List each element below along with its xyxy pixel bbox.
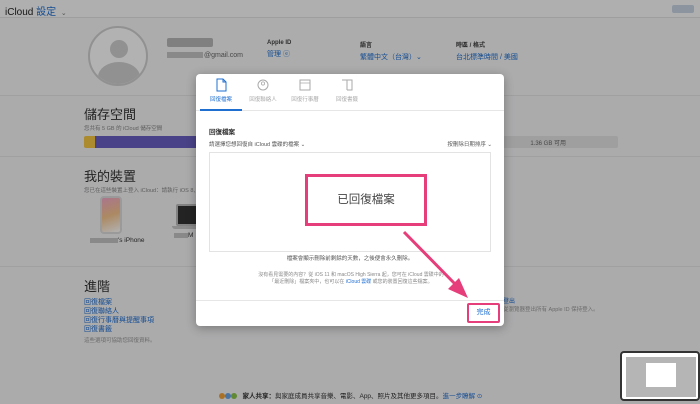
thumbnail-dialog (646, 363, 676, 387)
tab-label: 回復聯絡人 (249, 97, 277, 103)
dialog-footer-divider (196, 300, 504, 301)
info-text-b: 「最近刪除」檔案夾中，也可以在 (269, 279, 345, 285)
screenshot-thumbnail[interactable] (620, 351, 700, 401)
tab-restore-contacts[interactable]: 回復聯絡人 (242, 74, 284, 111)
files-restored-message: 已回復檔案 (305, 174, 427, 226)
document-icon (216, 78, 227, 92)
done-button[interactable]: 完成 (467, 303, 500, 323)
bookmark-icon (342, 79, 353, 91)
sort-select[interactable]: 按刪除日期排序 ⌄ (447, 140, 492, 148)
dialog-title: 回復檔案 (209, 129, 235, 136)
tab-restore-calendars[interactable]: 回復行事曆 (284, 74, 326, 111)
calendar-icon (299, 79, 311, 91)
dialog-info-primary: 檔案會顯示刪除前剩餘的天數，之後便會永久刪除。 (286, 256, 414, 262)
tab-label: 回復行事曆 (291, 97, 319, 103)
info-text-c: 或您的裝置回復這些檔案。 (372, 279, 433, 285)
contact-icon (257, 79, 269, 91)
dialog-info-secondary: 沒有看見需要的內容？從 iOS 11 和 macOS High Sierra 起… (236, 272, 466, 286)
tab-label: 回復檔案 (209, 97, 232, 103)
dialog-tabs: 回復檔案 回復聯絡人 回復行事曆 回復書籤 (196, 74, 504, 111)
tab-restore-files[interactable]: 回復檔案 (200, 74, 242, 111)
tab-restore-bookmarks[interactable]: 回復書籤 (326, 74, 368, 111)
tab-label: 回復書籤 (335, 97, 358, 103)
info-text-a: 沒有看見需要的內容？從 iOS 11 和 macOS High Sierra 起… (258, 272, 444, 278)
icloud-drive-link[interactable]: iCloud 雲碟 (346, 279, 372, 285)
dialog-description[interactable]: 請選擇您想回復自 iCloud 雲碟的檔案 ⌄ (209, 140, 305, 148)
